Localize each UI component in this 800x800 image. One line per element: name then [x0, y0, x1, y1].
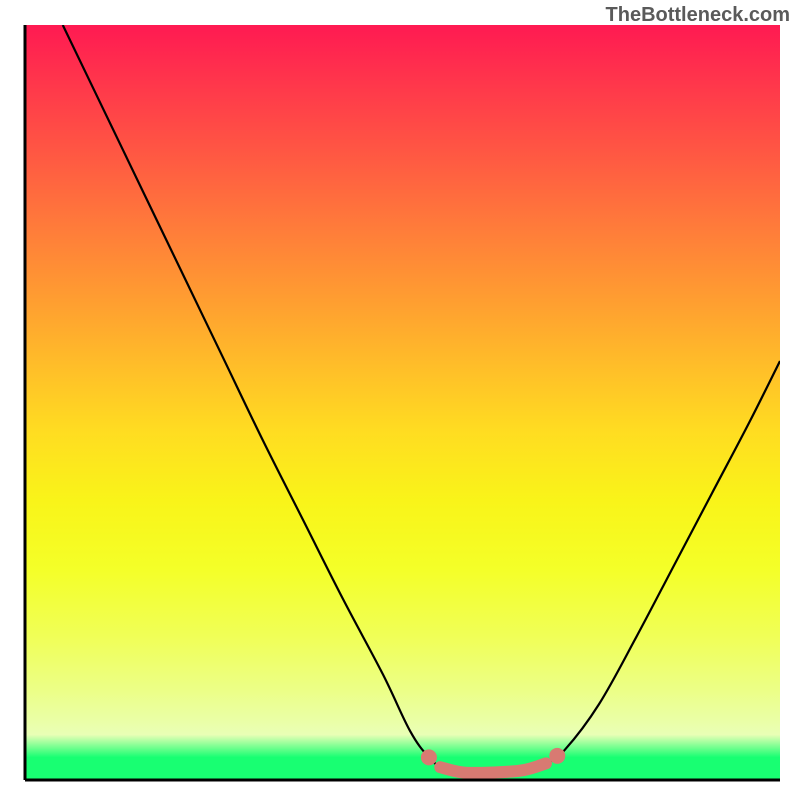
chart-axes — [0, 0, 800, 800]
attribution-text: TheBottleneck.com — [606, 4, 790, 27]
